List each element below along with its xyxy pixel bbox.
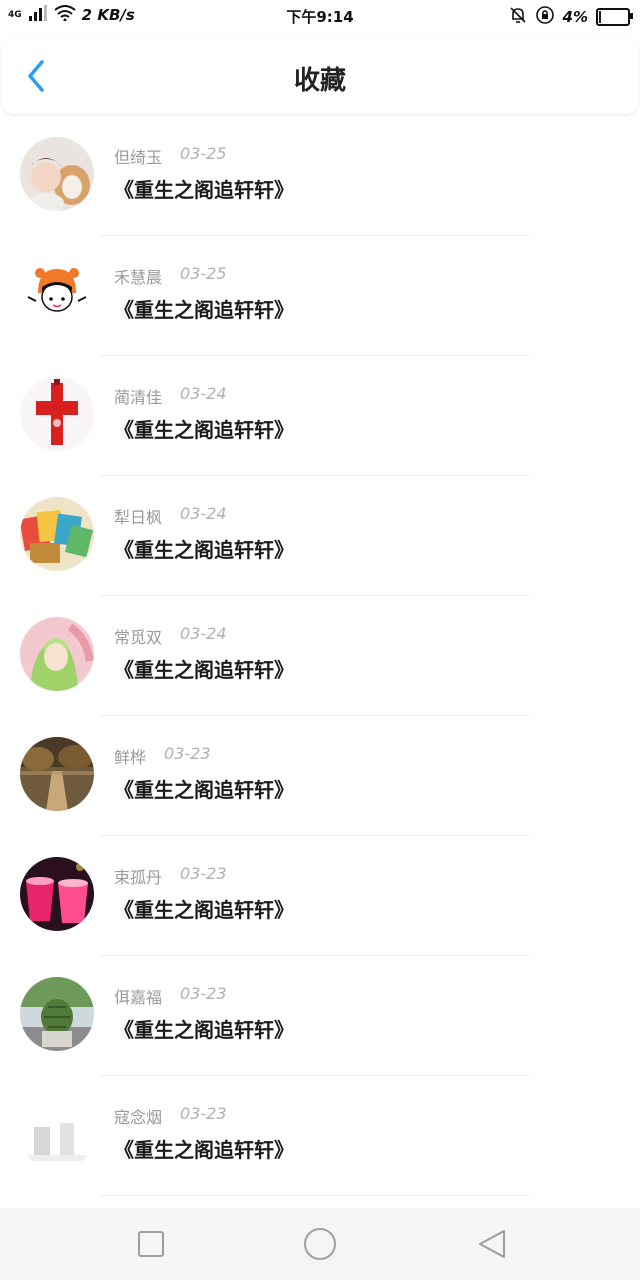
avatar (20, 137, 94, 211)
avatar (20, 737, 94, 811)
battery-icon (596, 8, 633, 26)
user-name: 蔺清佳 (114, 388, 163, 407)
favorite-date: 03-23 (180, 864, 227, 883)
header-bar: 收藏 (2, 38, 638, 114)
red-cross-ornament-icon (20, 377, 94, 451)
girl-with-dog-photo-icon (20, 137, 94, 211)
circle-icon (304, 1228, 336, 1260)
battery-percent: 4% (562, 8, 588, 26)
favorite-title: 《重生之阁追轩轩》 (114, 418, 294, 442)
user-name: 犁日枫 (114, 508, 163, 527)
favorite-title: 《重生之阁追轩轩》 (114, 1018, 294, 1042)
colorful-notebooks-photo-icon (20, 497, 94, 571)
favorite-title: 《重生之阁追轩轩》 (114, 1138, 294, 1162)
favorite-date: 03-25 (180, 264, 227, 283)
user-name: 但绮玉 (114, 148, 163, 167)
square-icon (138, 1231, 164, 1257)
favorite-title: 《重生之阁追轩轩》 (114, 658, 294, 682)
avatar (20, 377, 94, 451)
status-bar: 4G 2 KB/s 下午9:14 4% (0, 0, 640, 32)
favorite-date: 03-24 (180, 624, 227, 643)
user-name: 寇念烟 (114, 1108, 163, 1127)
list-item[interactable]: 常觅双 03-24 《重生之阁追轩轩》 (0, 596, 640, 716)
rotation-lock-icon (535, 5, 555, 29)
favorite-date: 03-25 (180, 144, 227, 163)
favorites-screen: 4G 2 KB/s 下午9:14 4% 收藏 但绮玉 03-25 《重生之阁追轩… (0, 0, 640, 1280)
avatar (20, 497, 94, 571)
list-item[interactable]: 但绮玉 03-25 《重生之阁追轩轩》 (0, 116, 640, 236)
avatar (20, 857, 94, 931)
favorite-title: 《重生之阁追轩轩》 (114, 538, 294, 562)
pink-drinks-photo-icon (20, 857, 94, 931)
list-item[interactable]: 佴嘉福 03-23 《重生之阁追轩轩》 (0, 956, 640, 1076)
recent-apps-button[interactable] (133, 1226, 169, 1262)
favorite-title: 《重生之阁追轩轩》 (114, 778, 294, 802)
home-button[interactable] (302, 1226, 338, 1262)
favorite-date: 03-24 (180, 384, 227, 403)
user-name: 佴嘉福 (114, 988, 163, 1007)
favorite-date: 03-23 (180, 1104, 227, 1123)
user-name: 鲜桦 (114, 748, 147, 767)
list-item[interactable]: 束孤丹 03-23 《重生之阁追轩轩》 (0, 836, 640, 956)
avatar (20, 617, 94, 691)
user-name: 禾慧晨 (114, 268, 163, 287)
user-name: 常觅双 (114, 628, 163, 647)
favorite-title: 《重生之阁追轩轩》 (114, 178, 294, 202)
favorite-date: 03-23 (180, 984, 227, 1003)
triangle-back-icon (479, 1230, 505, 1258)
list-item[interactable]: 鲜桦 03-23 《重生之阁追轩轩》 (0, 716, 640, 836)
favorite-date: 03-24 (180, 504, 227, 523)
divider (100, 1195, 530, 1196)
avatar (20, 977, 94, 1051)
list-item[interactable]: 犁日枫 03-24 《重生之阁追轩轩》 (0, 476, 640, 596)
anime-illustration-icon (20, 617, 94, 691)
mute-bell-icon (509, 6, 527, 28)
faded-photo-icon (20, 1097, 94, 1171)
user-name: 束孤丹 (114, 868, 163, 887)
system-back-button[interactable] (474, 1226, 510, 1262)
list-item[interactable]: 寇念烟 03-23 《重生之阁追轩轩》 (0, 1076, 640, 1196)
avatar (20, 1097, 94, 1171)
cartoon-girl-tiger-hat-icon (20, 257, 94, 331)
favorites-list: 但绮玉 03-25 《重生之阁追轩轩》 禾慧晨 03-25 《重生之阁追轩轩》 … (0, 116, 640, 1196)
list-item[interactable]: 禾慧晨 03-25 《重生之阁追轩轩》 (0, 236, 640, 356)
favorite-date: 03-23 (164, 744, 211, 763)
cactus-photo-icon (20, 977, 94, 1051)
favorite-title: 《重生之阁追轩轩》 (114, 298, 294, 322)
autumn-path-photo-icon (20, 737, 94, 811)
system-nav-bar (0, 1208, 640, 1280)
page-title: 收藏 (293, 66, 346, 96)
favorite-title: 《重生之阁追轩轩》 (114, 898, 294, 922)
avatar (20, 257, 94, 331)
list-item[interactable]: 蔺清佳 03-24 《重生之阁追轩轩》 (0, 356, 640, 476)
